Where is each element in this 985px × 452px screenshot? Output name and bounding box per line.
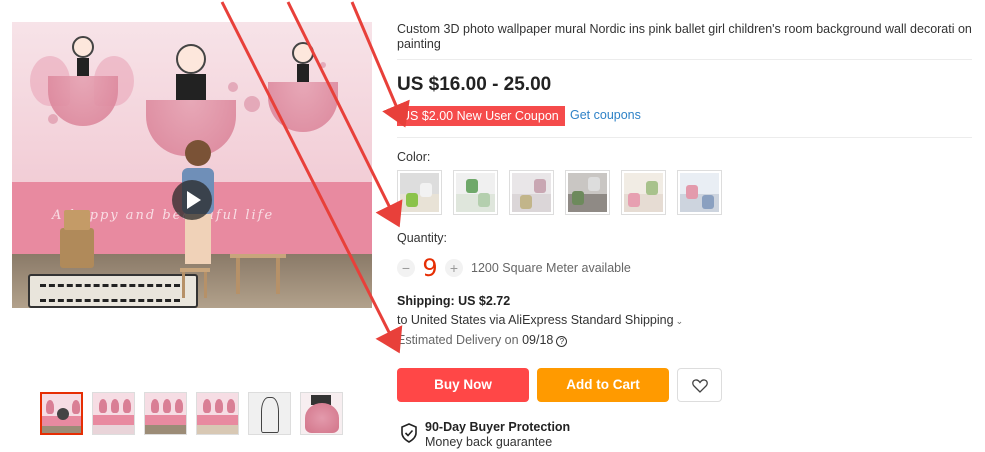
quantity-label: Quantity: xyxy=(397,231,448,245)
thumbnail-strip xyxy=(40,392,343,435)
product-title: Custom 3D photo wallpaper mural Nordic i… xyxy=(397,22,972,51)
quantity-increase-button[interactable]: + xyxy=(445,259,463,277)
color-swatch[interactable] xyxy=(565,170,610,215)
quantity-decrease-button[interactable]: − xyxy=(397,259,415,277)
color-swatch[interactable] xyxy=(621,170,666,215)
quantity-stepper: − 9 + 1200 Square Meter available xyxy=(397,254,631,282)
delivery-date: 09/18 xyxy=(522,333,554,347)
color-swatch[interactable] xyxy=(453,170,498,215)
wooden-robot-toy xyxy=(60,210,94,268)
quantity-value[interactable]: 9 xyxy=(417,254,443,282)
add-to-cart-button[interactable]: Add to Cart xyxy=(537,368,669,402)
buy-now-button[interactable]: Buy Now xyxy=(397,368,529,402)
ballet-girl-figure xyxy=(268,42,338,132)
video-play-icon[interactable] xyxy=(172,180,212,220)
thumbnail-image[interactable] xyxy=(92,392,135,435)
thumbnail-image[interactable] xyxy=(196,392,239,435)
shipping-cost: Shipping: US $2.72 xyxy=(397,294,511,308)
estimated-delivery: Estimated Delivery on 09/18? xyxy=(397,333,568,347)
delivery-prefix: Estimated Delivery on xyxy=(397,333,519,347)
wooden-table xyxy=(230,254,286,294)
main-product-image[interactable]: A happy and beautiful life xyxy=(12,22,372,308)
divider xyxy=(397,59,972,60)
thumbnail-image[interactable] xyxy=(144,392,187,435)
shipping-method-selector[interactable]: to United States via AliExpress Standard… xyxy=(397,313,683,327)
color-swatch[interactable] xyxy=(397,170,442,215)
get-coupons-link[interactable]: Get coupons xyxy=(570,108,641,122)
help-icon[interactable]: ? xyxy=(556,336,568,347)
new-user-coupon-badge: US $2.00 New User Coupon xyxy=(397,106,565,126)
protection-title: 90-Day Buyer Protection xyxy=(425,420,571,434)
product-price: US $16.00 - 25.00 xyxy=(397,74,552,95)
heart-icon xyxy=(692,379,708,393)
ballet-girl-figure xyxy=(30,36,134,126)
decor-dot xyxy=(244,96,260,112)
wishlist-button[interactable] xyxy=(677,368,722,402)
thumbnail-image[interactable] xyxy=(248,392,291,435)
chevron-down-icon: ⌄ xyxy=(675,316,684,326)
color-swatch[interactable] xyxy=(509,170,554,215)
shipping-method-text: to United States via AliExpress Standard… xyxy=(397,313,674,327)
video-play-icon xyxy=(57,408,69,420)
color-swatch[interactable] xyxy=(677,170,722,215)
thumbnail-video[interactable] xyxy=(40,392,83,435)
image-rug xyxy=(28,274,198,308)
divider xyxy=(397,137,972,138)
quantity-available-text: 1200 Square Meter available xyxy=(471,261,631,275)
shield-check-icon xyxy=(401,423,417,443)
color-label: Color: xyxy=(397,150,431,164)
protection-subtitle: Money back guarantee xyxy=(425,435,553,449)
thumbnail-image[interactable] xyxy=(300,392,343,435)
color-swatches xyxy=(397,170,722,215)
